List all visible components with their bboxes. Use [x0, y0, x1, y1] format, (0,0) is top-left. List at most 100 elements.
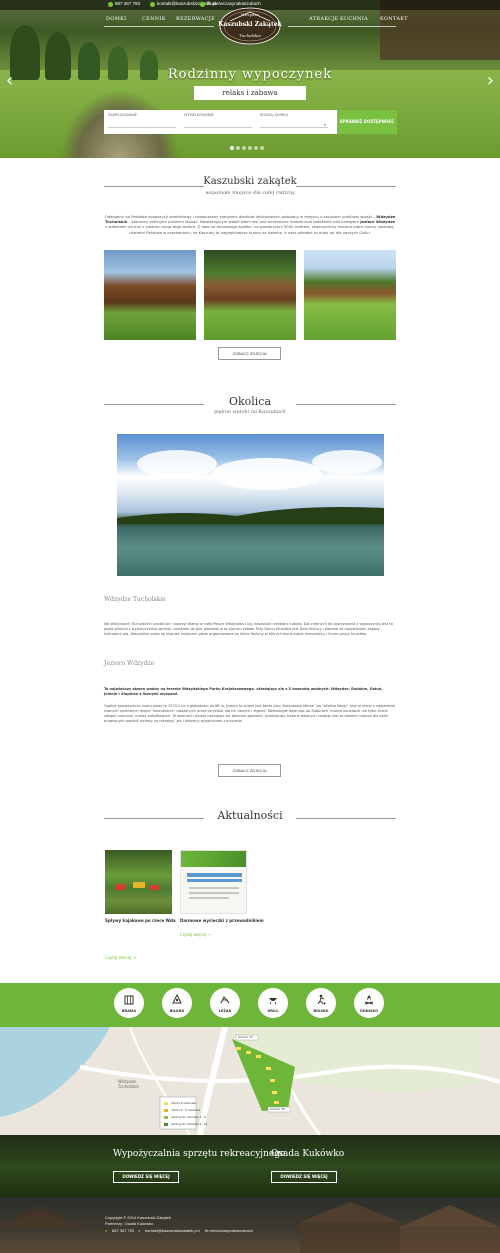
news-photo-poster[interactable]: [180, 850, 247, 914]
map-gate-a-label: brama "A": [238, 1035, 254, 1039]
wdzydze-subheading: Wdzydze Tucholskie: [104, 596, 166, 603]
slider-dot[interactable]: [260, 146, 264, 150]
news-item-title[interactable]: Spływy kajakowe po rzece Wda: [105, 918, 176, 923]
hero-banner: 887 367 793 kontakt@kaszubskizakatek.pl …: [0, 0, 500, 158]
about-gallery-button[interactable]: ZOBACZ ZDJĘCIA: [218, 347, 281, 360]
nav-divider-left: [104, 26, 214, 27]
nav-item-domki[interactable]: DOMKI: [106, 16, 126, 22]
kayak-figures: [115, 882, 159, 890]
lake-photo[interactable]: [117, 434, 384, 576]
poster-line: [189, 897, 229, 899]
amenity-label: BRAMA: [121, 1009, 137, 1013]
kukowko-more-button[interactable]: DOWIEDZ SIĘ WIĘCEJ: [271, 1171, 337, 1183]
map-drawing: [0, 1027, 500, 1135]
page: 887 367 793 kontakt@kaszubskizakatek.pl …: [0, 0, 500, 1253]
bonfire-icon: [364, 995, 374, 1005]
footer-phone[interactable]: 887 367 793: [112, 1228, 134, 1233]
grill-icon: [269, 998, 277, 1005]
checkin-label: ZAMELDOWANIE: [108, 113, 137, 117]
amenity-deckchair[interactable]: LEŻAK: [210, 988, 240, 1018]
cabin-photo-1[interactable]: [104, 250, 196, 340]
lake-subheading: Jezioro Wdzydze: [104, 660, 155, 667]
lake-text: Ogólna powierzchnia lustra wody to 1570,…: [104, 704, 396, 723]
footer-email[interactable]: kontakt@kaszubskizakatek.pl: [145, 1228, 198, 1233]
poster-line: [187, 873, 242, 877]
nav-item-atrakcje[interactable]: ATRAKCJE: [309, 16, 339, 22]
topbar-phone[interactable]: 887 367 793: [115, 1, 140, 6]
checkin-input[interactable]: [108, 127, 176, 128]
news-readmore-all-link[interactable]: Czytaj więcej →: [105, 955, 136, 960]
lake-text-bold: To największy akwen wodny na terenie Wdz…: [104, 687, 383, 696]
mail-icon: ●: [138, 1228, 141, 1233]
map-legend-item: domki 4-osobowe: [171, 1101, 196, 1105]
readmore-label: Czytaj więcej: [180, 932, 207, 937]
slider-dots: [230, 146, 270, 150]
amenity-billiards[interactable]: BILARD: [162, 988, 192, 1018]
map-gate-b-label: brama "B": [270, 1107, 286, 1111]
amenity-grill[interactable]: GRILL: [258, 988, 288, 1018]
amenity-gate[interactable]: BRAMA: [114, 988, 144, 1018]
about-subtitle: wspaniałe miejsce dla całej rodziny: [205, 190, 295, 196]
amenities-bar: BRAMA BILARD LEŻAK GRILL BOISKO OGNISKO: [0, 983, 500, 1027]
nav-divider-right: [288, 26, 396, 27]
gate-icon: [124, 995, 134, 1005]
billiards-icon: [172, 994, 182, 1004]
amenity-sports-field[interactable]: BOISKO: [306, 988, 336, 1018]
okolica-gallery-button[interactable]: ZOBACZ ZDJĘCIA: [218, 764, 281, 777]
amenity-bonfire[interactable]: OGNISKO: [354, 988, 384, 1018]
cabin-type-label: RODZAJ DOMKU: [260, 113, 289, 117]
slider-dot[interactable]: [236, 146, 240, 150]
news-photo-kayak[interactable]: [105, 850, 172, 914]
okolica-subtitle: piękne widoki na Kaszubach: [214, 409, 286, 415]
site-logo[interactable]: Wdzydze Kaszubski Zakątek Tucholskie: [216, 6, 284, 46]
slider-dot[interactable]: [254, 146, 258, 150]
amenity-label: OGNISKO: [359, 1009, 379, 1013]
nav-item-rezerwacje[interactable]: REZERWACJE: [176, 16, 215, 22]
about-text-part: z widokiem na trzy z siedmiu wysp tego j…: [105, 224, 395, 235]
slider-dot[interactable]: [242, 146, 246, 150]
nav-item-kontakt[interactable]: KONTAKT: [380, 16, 408, 22]
map-legend-item: parking do domków 9 - 11: [171, 1122, 208, 1126]
poster-line: [187, 879, 242, 882]
checkout-label: WYMELDOWANIE: [184, 113, 214, 117]
poster-line: [189, 892, 239, 894]
rental-more-button[interactable]: DOWIEDZ SIĘ WIĘCEJ: [113, 1171, 179, 1183]
slider-dot[interactable]: [248, 146, 252, 150]
news-title: Aktualności: [217, 809, 283, 822]
lake-clouds: [117, 450, 384, 524]
news-readmore-link[interactable]: Czytaj więcej →: [180, 932, 211, 937]
news-item-title[interactable]: Darmowe wycieczki z przewodnikiem: [180, 918, 264, 923]
nav-item-kuchnia[interactable]: KUCHNIA: [340, 16, 368, 22]
soccer-player-icon: [317, 994, 326, 1005]
location-map[interactable]: Wdzydze Tucholskie brama "A" brama "B" d…: [0, 1027, 500, 1135]
kukowko-title: Osada Kukówko: [271, 1149, 345, 1159]
deckchair-icon: [220, 996, 230, 1004]
wdzydze-text: We Wdzydzach Tucholskich urodził się i t…: [104, 622, 393, 636]
rental-title: Wypożyczalnia sprzętu rekreacyjnego: [113, 1149, 286, 1159]
footer-facebook[interactable]: fb.me/wczasynakaszubach: [205, 1228, 253, 1233]
cabin-photo-2[interactable]: [204, 250, 296, 340]
amenity-label: BILARD: [169, 1009, 185, 1013]
arrow-right-icon: →: [132, 955, 136, 960]
logo-bottom-text: Tucholskie: [239, 33, 261, 38]
nav-item-cennik[interactable]: CENNIK: [142, 16, 166, 22]
check-availability-button[interactable]: SPRAWDŹ DOSTĘPNOŚĆ: [337, 110, 397, 134]
cabin-photo-3[interactable]: [304, 250, 396, 340]
amenity-label: GRILL: [267, 1009, 279, 1013]
logo-top-text: Wdzydze: [240, 12, 260, 17]
chevron-down-icon[interactable]: ▾: [324, 122, 326, 127]
poster-line: [189, 887, 239, 889]
hero-title: Rodzinny wypoczynek: [167, 67, 333, 82]
checkout-input[interactable]: [184, 127, 252, 128]
phone-icon: [108, 2, 113, 7]
amenity-label: BOISKO: [313, 1009, 329, 1013]
map-legend-item: domki 4 - 6 osobowe: [171, 1108, 201, 1112]
logo-main-text: Kaszubski Zakątek: [218, 21, 282, 28]
footer-partner: Partnerzy: Osada Kukówko: [105, 1221, 154, 1226]
facebook-icon: ●: [198, 1228, 201, 1233]
phone-icon: ●: [105, 1228, 108, 1233]
about-title: Kaszubski zakątek: [203, 176, 297, 187]
slider-dot[interactable]: [230, 146, 234, 150]
cabin-type-select[interactable]: [260, 127, 328, 128]
about-text: Oddajemy do Państwa dyspozycji komfortow…: [104, 214, 396, 235]
